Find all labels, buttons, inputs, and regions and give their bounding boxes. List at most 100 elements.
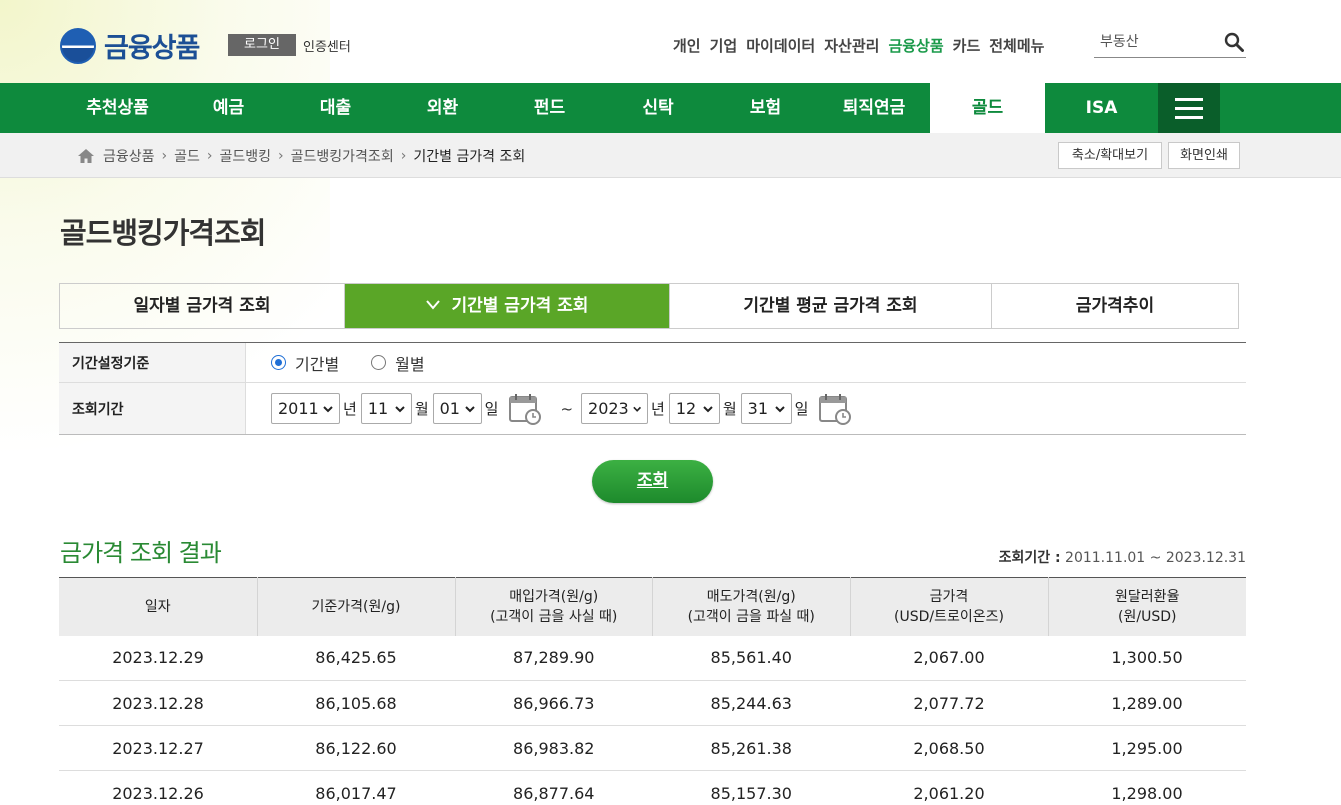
chevron-down-icon [425, 296, 452, 316]
hamburger-menu-icon[interactable] [1158, 83, 1220, 133]
cell-sell-price: 85,561.40 [652, 635, 850, 681]
gnb-item-gold[interactable]: 골드 [930, 83, 1045, 133]
gnb-item-deposit[interactable]: 예금 [175, 83, 282, 133]
to-day-value: 31 [747, 399, 768, 418]
radio-period-label: 기간별 [295, 354, 340, 374]
search-icon[interactable] [1224, 32, 1244, 52]
unit-month: 월 [722, 400, 737, 418]
inquiry-tabs: 일자별 금가격 조회 기간별 금가격 조회 기간별 평균 금가격 조회 금가격추… [59, 283, 1239, 329]
gnb-item-loan[interactable]: 대출 [282, 83, 389, 133]
gnb-item-trust[interactable]: 신탁 [603, 83, 713, 133]
radio-checked-icon [271, 355, 286, 370]
tab-period-price-label: 기간별 금가격 조회 [451, 296, 589, 316]
breadcrumb-item-gold-banking[interactable]: 골드뱅킹 [220, 146, 272, 166]
calendar-icon[interactable] [508, 392, 542, 426]
cell-gold-usd: 2,061.20 [850, 770, 1048, 805]
col-date: 일자 [59, 577, 258, 636]
cell-base-price: 86,425.65 [257, 635, 455, 681]
gnb-item-fund[interactable]: 펀드 [496, 83, 603, 133]
tab-price-trend[interactable]: 금가격추이 [992, 284, 1238, 328]
cell-base-price: 86,122.60 [257, 725, 455, 771]
tab-daily-price[interactable]: 일자별 금가격 조회 [60, 284, 345, 328]
table-row: 2023.12.27 86,122.60 86,983.82 85,261.38… [59, 725, 1246, 771]
to-year-select[interactable]: 2023 [581, 393, 649, 424]
cell-base-price: 86,105.68 [257, 680, 455, 726]
util-item-mydata[interactable]: 마이데이터 [746, 35, 815, 56]
to-month-select[interactable]: 12 [668, 393, 720, 424]
chevron-down-icon [632, 406, 641, 412]
cell-gold-usd: 2,067.00 [850, 635, 1048, 681]
unit-day: 일 [484, 400, 499, 418]
cert-center-link[interactable]: 인증센터 [303, 36, 351, 55]
basis-label: 기간설정기준 [59, 343, 246, 382]
query-button[interactable]: 조회 [592, 460, 713, 503]
chevron-down-icon [774, 405, 785, 412]
breadcrumb: 금융상품 › 골드 › 골드뱅킹 › 골드뱅킹가격조회 › 기간별 금가격 조회 [77, 146, 525, 166]
cell-sell-price: 85,157.30 [652, 770, 850, 805]
login-button[interactable]: 로그인 [228, 34, 296, 56]
chevron-down-icon [395, 405, 405, 412]
col-buy-price: 매입가격(원/g) (고객이 금을 사실 때) [455, 577, 653, 636]
range-label: 조회기간 [59, 383, 246, 434]
cell-gold-usd: 2,077.72 [850, 680, 1048, 726]
page-title: 골드뱅킹가격조회 [60, 216, 266, 250]
cell-buy-price: 86,966.73 [455, 680, 653, 726]
cell-fx-rate: 1,298.00 [1048, 770, 1246, 805]
from-day-select[interactable]: 01 [432, 393, 482, 424]
top-header: 금융상품 로그인 인증센터 개인 기업 마이데이터 자산관리 금융상품 카드 전… [0, 0, 1341, 83]
search-input[interactable] [1094, 28, 1214, 54]
logo[interactable]: 금융상품 [60, 26, 200, 65]
logo-mark-icon [60, 27, 96, 64]
cell-buy-price: 86,877.64 [455, 770, 653, 805]
util-item-card[interactable]: 카드 [953, 35, 981, 56]
zoom-button[interactable]: 축소/확대보기 [1058, 142, 1162, 169]
to-year-value: 2023 [588, 399, 629, 418]
gnb-item-isa[interactable]: ISA [1045, 83, 1158, 133]
util-item-products[interactable]: 금융상품 [888, 35, 943, 56]
breadcrumb-item-products[interactable]: 금융상품 [103, 146, 155, 166]
to-month-value: 12 [675, 399, 697, 418]
radio-month[interactable]: 월별 [371, 351, 425, 375]
print-button[interactable]: 화면인쇄 [1168, 142, 1240, 169]
radio-period[interactable]: 기간별 [271, 351, 339, 375]
unit-year: 년 [651, 400, 665, 418]
table-row: 2023.12.29 86,425.65 87,289.90 85,561.40… [59, 635, 1246, 681]
gnb-item-fx[interactable]: 외환 [389, 83, 496, 133]
result-period: 조회기간 : 2011.11.01 ~ 2023.12.31 [999, 547, 1246, 567]
gnb-item-recommended[interactable]: 추천상품 [60, 83, 175, 133]
cell-base-price: 86,017.47 [257, 770, 455, 805]
gnb-item-pension[interactable]: 퇴직연금 [818, 83, 930, 133]
col-base-price: 기준가격(원/g) [257, 577, 456, 636]
from-day-value: 01 [439, 399, 460, 418]
home-icon[interactable] [77, 148, 95, 164]
chevron-down-icon [703, 405, 713, 412]
from-month-select[interactable]: 11 [360, 393, 412, 424]
tab-period-average[interactable]: 기간별 평균 금가격 조회 [670, 284, 992, 328]
breadcrumb-item-price-inquiry[interactable]: 골드뱅킹가격조회 [291, 146, 394, 166]
from-year-select[interactable]: 2011 [271, 393, 340, 424]
gnb-item-insurance[interactable]: 보험 [713, 83, 818, 133]
unit-month: 월 [414, 400, 429, 418]
breadcrumb-item-gold[interactable]: 골드 [174, 146, 200, 166]
chevron-down-icon [323, 405, 333, 412]
calendar-icon[interactable] [818, 392, 852, 426]
util-item-personal[interactable]: 개인 [673, 35, 701, 56]
cell-fx-rate: 1,300.50 [1048, 635, 1246, 681]
logo-text: 금융상품 [104, 33, 200, 64]
util-item-corporate[interactable]: 기업 [710, 35, 738, 56]
cell-fx-rate: 1,289.00 [1048, 680, 1246, 726]
cell-date: 2023.12.29 [59, 635, 257, 681]
table-row: 2023.12.28 86,105.68 86,966.73 85,244.63… [59, 680, 1246, 726]
col-fx-rate: 원달러환율 (원/USD) [1048, 577, 1246, 636]
radio-month-label: 월별 [395, 354, 425, 374]
period-label: 조회기간 : [998, 550, 1061, 566]
chevron-right-icon: › [400, 148, 407, 164]
util-item-asset[interactable]: 자산관리 [824, 35, 879, 56]
tab-period-price[interactable]: 기간별 금가격 조회 [345, 284, 670, 328]
util-item-all-menu[interactable]: 전체메뉴 [989, 35, 1044, 56]
radio-unchecked-icon [371, 355, 387, 370]
to-day-select[interactable]: 31 [740, 393, 792, 424]
cell-fx-rate: 1,295.00 [1048, 725, 1246, 771]
cell-buy-price: 86,983.82 [455, 725, 653, 771]
unit-day: 일 [794, 400, 809, 418]
